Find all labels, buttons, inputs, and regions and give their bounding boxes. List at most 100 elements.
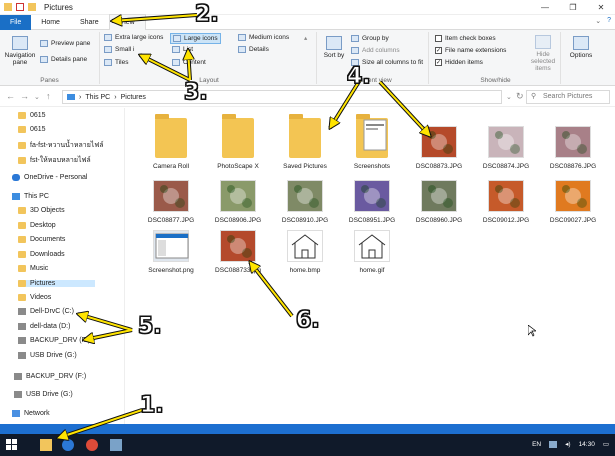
file-item[interactable]: DSC08951.JPG [337,180,407,224]
file-item[interactable]: DSC08906.JPG [203,180,273,224]
folder-icon [155,114,187,158]
file-item[interactable]: DSC08873.JPG [404,118,474,170]
clock[interactable]: 14:30 [579,441,595,448]
new-folder-icon[interactable] [28,3,36,11]
tab-view[interactable]: View [108,14,146,30]
small-icons-button[interactable]: Small i [104,46,135,53]
address-dropdown-icon[interactable]: ⌄ [506,93,512,101]
hidden-items-toggle[interactable]: ✓ Hidden items [435,59,483,66]
chrome-taskbar-icon[interactable] [86,439,98,451]
language-indicator[interactable]: EN [532,441,541,448]
file-item[interactable]: Camera Roll [136,114,206,170]
file-item[interactable]: DSC08960.JPG [404,180,474,224]
search-input[interactable]: ⚲ Search Pictures [526,90,610,104]
network-icon[interactable] [549,440,558,448]
sidebar-item[interactable]: OneDrive - Personal [12,174,87,181]
sidebar-item[interactable]: Videos [18,294,51,301]
file-item[interactable]: DSC08876.JPG [538,118,608,170]
refresh-icon[interactable]: ↻ [516,91,524,102]
sidebar-item[interactable]: Downloads [18,251,65,258]
file-item[interactable]: Screenshot.png [136,230,206,274]
annotation-1: 1. [140,393,165,419]
sort-by-button[interactable]: Sort by [321,36,347,59]
maximize-button[interactable]: ❐ [559,0,587,15]
preview-pane-button[interactable]: Preview pane [40,40,90,47]
breadcrumb-this-pc[interactable]: This PC [85,94,110,101]
list-button[interactable]: List [172,46,193,53]
volume-icon[interactable]: ◂) [565,440,570,448]
file-item[interactable]: DSC08877.JPG [136,180,206,224]
tiles-button[interactable]: Tiles [104,59,128,66]
sidebar-item[interactable]: USB Drive (G:) [18,352,77,359]
sidebar-item[interactable]: Documents [18,236,65,243]
file-item[interactable]: DSC09027.JPG [538,180,608,224]
sidebar-item[interactable]: fst-ให้หอบหลายไฟล์ [18,155,91,166]
sidebar-item[interactable]: BACKUP_DRV (F:) [18,337,90,344]
show-hide-group: Item check boxes ✓ File name extensions ✓… [431,32,561,84]
folder-icon [18,251,26,258]
file-item[interactable]: DSC08910.JPG [270,180,340,224]
tab-file[interactable]: File [0,14,32,30]
sidebar-item[interactable]: Desktop [18,222,56,229]
collapse-ribbon-icon[interactable]: ⌄ [595,17,601,25]
file-explorer-taskbar-icon[interactable] [40,439,52,451]
recent-locations-icon[interactable]: ⌄ [34,93,40,101]
sidebar-item[interactable]: 3D Objects [18,207,65,214]
sidebar-item[interactable]: BACKUP_DRV (F:) [14,373,86,380]
tab-share[interactable]: Share [70,15,109,30]
file-item[interactable]: DSC08874.JPG [471,118,541,170]
file-item[interactable]: home.gif [337,230,407,274]
sidebar-item[interactable]: dell-data (D:) [18,323,70,330]
options-icon [573,36,589,50]
file-name: Saved Pictures [283,163,327,170]
sidebar-item-label: 0615 [30,112,46,119]
photo-thumbnail [488,126,524,158]
edge-taskbar-icon[interactable] [62,439,74,451]
sidebar-item[interactable]: Pictures [18,280,96,287]
tab-home[interactable]: Home [31,15,70,30]
sidebar-item[interactable]: This PC [12,193,49,200]
layout-scroll-icon[interactable]: ▴ [304,34,307,42]
extra-large-icons-button[interactable]: Extra large icons [104,34,163,41]
photo-thumbnail [488,180,524,212]
forward-arrow-icon[interactable]: → [20,91,29,101]
minimize-button[interactable]: — [531,0,559,15]
item-check-boxes-toggle[interactable]: Item check boxes [435,35,496,42]
sidebar-item[interactable]: fa-fst-หวานน้ำหลายไฟล์ [18,140,104,151]
help-icon[interactable]: ? [607,17,611,25]
properties-icon[interactable] [16,3,24,11]
back-arrow-icon[interactable]: ← [6,91,15,101]
details-button[interactable]: Details [238,46,269,53]
sidebar-item[interactable]: Music [18,265,48,272]
hide-selected-items-button[interactable]: Hide selected items [527,35,559,72]
extra-large-icons-label: Extra large icons [115,34,164,41]
navigation-pane-button[interactable]: Navigation pane [2,36,38,66]
details-pane-button[interactable]: Details pane [40,56,87,63]
file-name-extensions-toggle[interactable]: ✓ File name extensions [435,47,506,54]
app-taskbar-icon[interactable] [110,439,122,451]
file-item[interactable]: home.bmp [270,230,340,274]
sidebar-item[interactable]: 0615 [18,126,46,133]
file-item[interactable]: PhotoScape X [203,114,273,170]
sidebar-item[interactable]: Network [12,410,50,417]
sidebar-item[interactable]: USB Drive (G:) [14,391,73,398]
sidebar-item[interactable]: Dell-DrvC (C:) [18,308,74,315]
start-icon[interactable] [6,439,18,451]
options-button[interactable]: Options [566,36,596,59]
close-button[interactable]: ✕ [587,0,615,15]
photo-thumbnail [421,180,457,212]
add-columns-button[interactable]: Add columns [351,47,400,54]
sidebar-item[interactable]: 0615 [18,112,46,119]
file-item[interactable]: Screenshots [337,114,407,170]
group-by-button[interactable]: Group by [351,35,389,42]
address-bar[interactable]: › This PC › Pictures [62,90,502,104]
file-item[interactable]: DSC09012.JPG [471,180,541,224]
content-button[interactable]: Content [172,59,206,66]
file-item[interactable]: DSC088733.jpg [203,230,273,274]
breadcrumb-pictures[interactable]: Pictures [121,94,146,101]
large-icons-button[interactable]: Large icons [170,33,221,44]
medium-icons-button[interactable]: Medium icons [238,34,289,41]
up-arrow-icon[interactable]: ↑ [46,91,51,101]
file-item[interactable]: Saved Pictures [270,114,340,170]
notification-icon[interactable]: ▭ [603,440,609,448]
